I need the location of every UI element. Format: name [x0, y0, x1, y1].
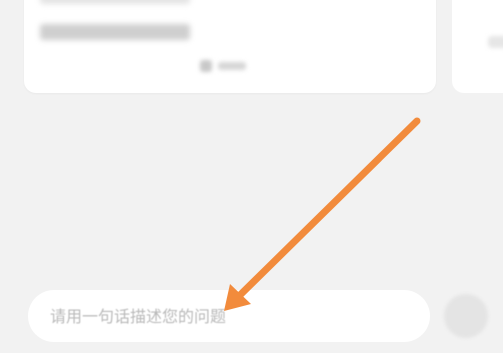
- card-action-label: [218, 62, 246, 70]
- question-input-bar[interactable]: [28, 289, 430, 343]
- message-card[interactable]: [24, 0, 436, 93]
- send-button[interactable]: [444, 294, 488, 338]
- chat-screen: [0, 0, 503, 353]
- question-input[interactable]: [48, 289, 430, 343]
- card-action[interactable]: [200, 60, 246, 72]
- card-text-line: [40, 0, 190, 4]
- comment-icon: [200, 60, 212, 72]
- card-chip: [488, 36, 503, 48]
- arrow-shaft: [232, 117, 421, 303]
- card-text-line: [40, 24, 190, 40]
- next-card[interactable]: [452, 0, 503, 93]
